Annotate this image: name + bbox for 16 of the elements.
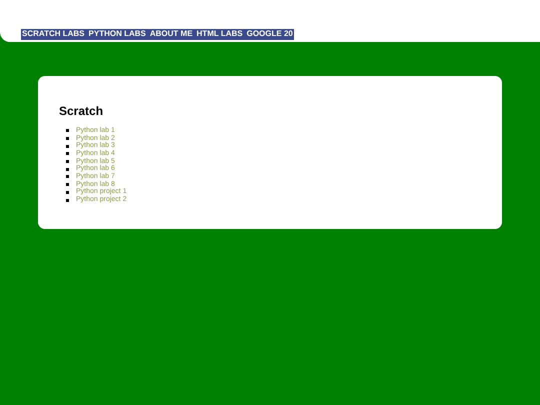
nav-link[interactable]: GOOGLE 20 (246, 29, 293, 39)
section-heading: Scratch (59, 104, 104, 118)
nav-link[interactable]: SCRATCH LABS (22, 29, 85, 39)
bullet-icon (66, 160, 69, 164)
nav-link[interactable]: HTML LABS (196, 29, 243, 39)
bullet-icon (66, 152, 69, 156)
bullet-icon (66, 129, 69, 132)
bullet-icon (66, 175, 69, 178)
nav-link[interactable]: ABOUT ME (150, 29, 193, 39)
bullet-icon (66, 137, 69, 140)
bullet-icon (66, 190, 69, 194)
bullet-icon (66, 183, 69, 186)
bullet-icon (66, 198, 69, 202)
nav-link[interactable]: PYTHON LABS (88, 29, 146, 39)
bullet-icon (66, 144, 69, 148)
bullet-icon (66, 168, 69, 171)
